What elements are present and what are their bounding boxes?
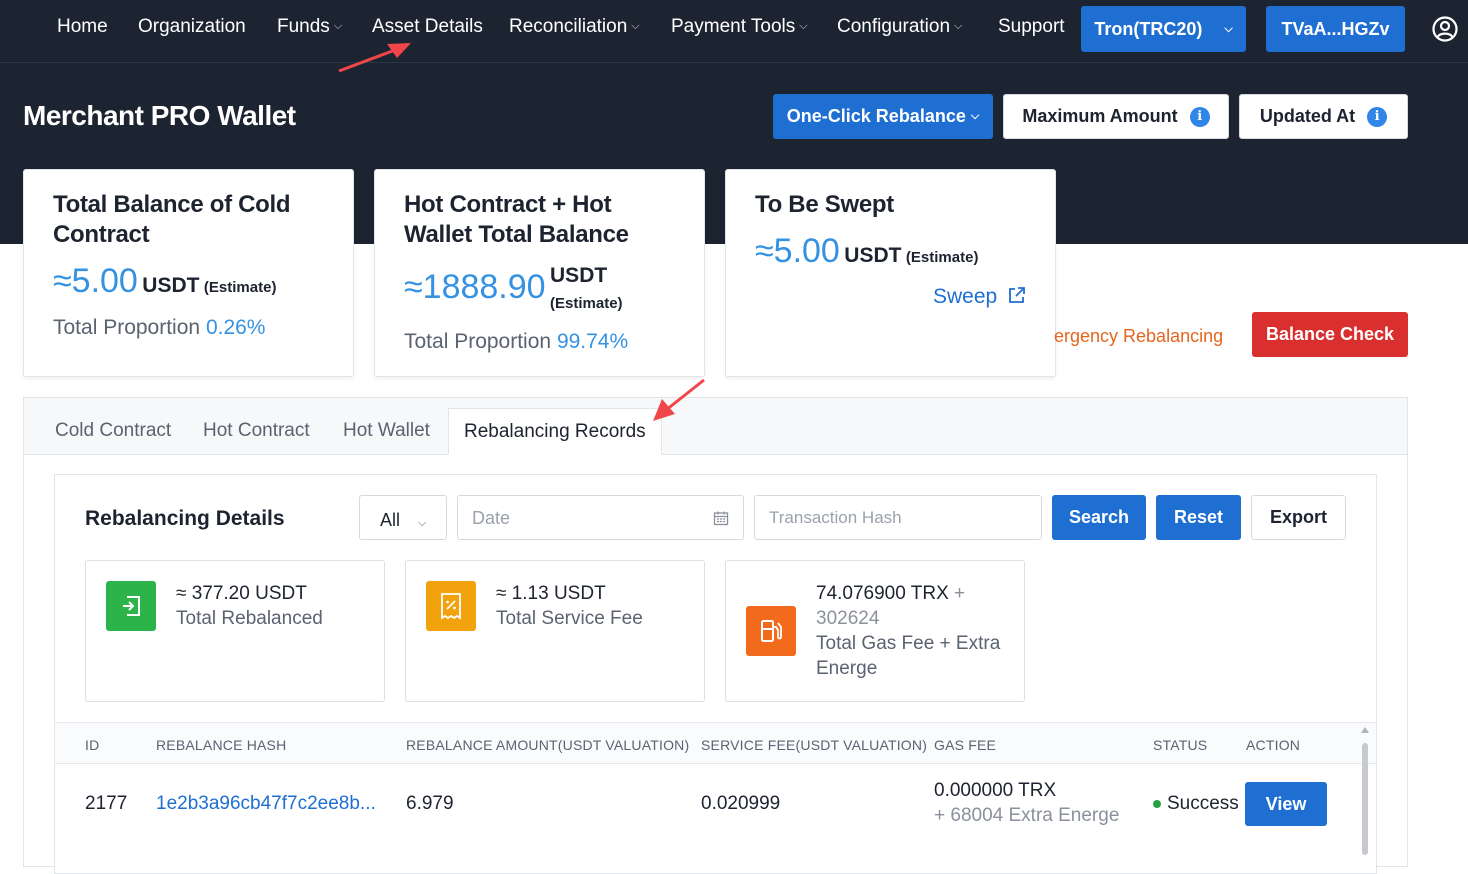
card-title: Hot Contract + Hot Wallet Total Balance [404,191,629,248]
cold-contract-balance-card: Total Balance of Cold Contract ≈5.00 USDT… [23,169,354,377]
column-header: ID [85,737,100,753]
chevron-down-icon: ⌵ [631,20,640,33]
chevron-down-icon: ⌵ [799,20,808,33]
transaction-hash-input[interactable]: Transaction Hash [754,495,1042,540]
network-selector[interactable]: Tron(TRC20) ⌵ [1081,6,1246,52]
column-header: ACTION [1246,737,1301,753]
chevron-down-icon: ⌵ [333,20,343,33]
chevron-down-icon: ⌵ [418,517,427,529]
sweep-value: ≈5.00 USDT (Estimate) [755,232,979,270]
nav-configuration[interactable]: Configuration ⌵ [837,16,962,38]
balance-check-button[interactable]: Balance Check [1252,312,1408,357]
cell-id: 2177 [85,793,128,814]
fuel-pump-icon [746,606,796,656]
column-header: STATUS [1153,737,1208,753]
tab-bar: Cold Contract Hot Contract Hot Wallet Re… [24,398,1407,455]
cell-gas-fee: 0.000000 TRX [934,780,1057,801]
hot-proportion: Total Proportion 99.74% [404,330,629,353]
column-header: REBALANCE AMOUNT(USDT VALUATION) [406,737,690,753]
stat-text: ≈ 1.13 USDT Total Service Fee [496,583,643,629]
cold-balance-value: ≈5.00 USDT (Estimate) [53,262,277,300]
type-filter-select[interactable]: All ⌵ [359,495,447,540]
stat-text: ≈ 377.20 USDT Total Rebalanced [176,583,323,629]
page-title: Merchant PRO Wallet [23,100,296,131]
tab-hot-wallet[interactable]: Hot Wallet [343,420,430,442]
nav-payment-tools[interactable]: Payment Tools ⌵ [671,16,808,38]
cell-service-fee: 0.020999 [701,793,781,814]
total-gas-fee-stat: 74.076900 TRX + 302624 Total Gas Fee + E… [725,560,1025,702]
table-row: 2177 1e2b3a96cb47f7c2ee8b... 6.979 0.020… [55,764,1376,844]
column-header: SERVICE FEE(USDT VALUATION) [701,737,928,753]
tabs-panel: Cold Contract Hot Contract Hot Wallet Re… [23,397,1408,874]
card-title: To Be Swept [755,191,894,218]
wallet-address-button[interactable]: TVaA...HGZv [1266,6,1405,52]
tab-cold-contract[interactable]: Cold Contract [55,420,171,442]
rebalance-hash-link[interactable]: 1e2b3a96cb47f7c2ee8b... [156,793,376,815]
column-header: GAS FEE [934,737,997,753]
maximum-amount-button[interactable]: Maximum Amount i [1003,94,1229,139]
info-icon: i [1367,106,1388,127]
info-icon: i [1189,106,1210,127]
nav-reconciliation[interactable]: Reconciliation ⌵ [509,16,640,38]
top-navigation: Home Organization Funds ⌵ Asset Details R… [0,0,1468,63]
search-button[interactable]: Search [1052,495,1146,540]
tab-rebalancing-records[interactable]: Rebalancing Records [448,408,662,455]
external-link-icon [1009,287,1025,303]
view-button[interactable]: View [1245,782,1327,826]
nav-support[interactable]: Support [998,16,1065,38]
nav-asset-details[interactable]: Asset Details [372,16,483,38]
hot-balance-card: Hot Contract + Hot Wallet Total Balance ≈… [374,169,705,377]
receipt-percent-icon [426,581,476,631]
stat-text: 74.076900 TRX + 302624 Total Gas Fee + E… [816,583,1001,679]
to-be-swept-card: To Be Swept ≈5.00 USDT (Estimate) Sweep [725,169,1056,377]
nav-funds[interactable]: Funds ⌵ [277,16,342,38]
nav-organization[interactable]: Organization [138,16,246,38]
updated-at-button[interactable]: Updated At i [1239,94,1408,139]
vertical-scrollbar[interactable] [1360,725,1370,855]
status-badge: Success [1153,793,1239,815]
emergency-rebalancing-link[interactable]: ergency Rebalancing [1054,326,1223,347]
section-title: Rebalancing Details [85,507,285,530]
tab-hot-contract[interactable]: Hot Contract [203,420,310,442]
one-click-rebalance-button[interactable]: One-Click Rebalance ⌵ [773,94,993,139]
date-picker-input[interactable]: Date [457,495,744,540]
user-account-icon[interactable] [1432,16,1458,42]
chevron-down-icon: ⌵ [970,110,980,122]
sweep-link[interactable]: Sweep [933,285,1026,309]
calendar-icon [713,511,729,526]
card-title: Total Balance of Cold Contract [53,191,291,248]
total-rebalanced-stat: ≈ 377.20 USDT Total Rebalanced [85,560,385,702]
column-header: REBALANCE HASH [156,737,287,753]
export-button[interactable]: Export [1251,495,1346,540]
chevron-down-icon: ⌵ [1224,22,1233,35]
transfer-in-icon [106,581,156,631]
nav-home[interactable]: Home [57,16,108,38]
table-header: ID REBALANCE HASH REBALANCE AMOUNT(USDT … [55,722,1376,764]
rebalancing-details-section: Rebalancing Details All ⌵ Date Transactio… [54,474,1377,874]
cell-gas-extra: + 68004 Extra Energe [934,805,1120,826]
chevron-down-icon: ⌵ [954,20,963,33]
cold-proportion: Total Proportion 0.26% [53,316,266,339]
status-dot-icon [1153,799,1161,808]
cell-amount: 6.979 [406,793,454,814]
reset-button[interactable]: Reset [1156,495,1241,540]
hot-balance-value: ≈1888.90 USDT (Estimate) [404,264,623,312]
total-service-fee-stat: ≈ 1.13 USDT Total Service Fee [405,560,705,702]
